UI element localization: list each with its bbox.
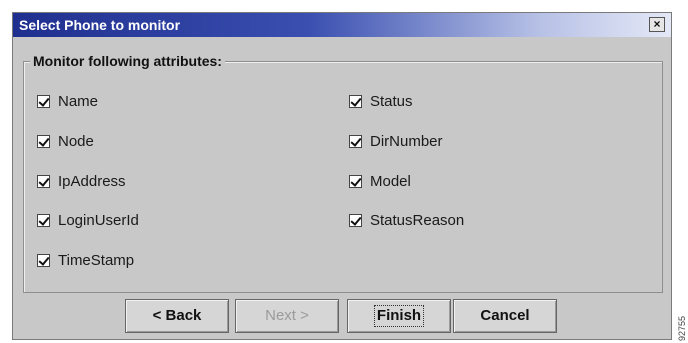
checkbox-checked-icon[interactable] [37,134,50,148]
finish-button[interactable]: Finish [347,299,451,333]
close-icon: × [653,17,661,31]
checkbox-label: TimeStamp [58,251,135,269]
checkbox-label: StatusReason [370,211,465,229]
checkbox-label: LoginUserId [58,211,139,229]
checkbox-checked-icon[interactable] [37,213,50,227]
checkbox-checked-icon[interactable] [349,174,362,188]
checkbox-checked-icon[interactable] [349,134,362,148]
button-bar: < Back Next > Finish Cancel [13,299,671,333]
checkbox-label: DirNumber [370,132,443,150]
checkbox-ipaddress[interactable]: IpAddress [37,172,126,190]
checkbox-checked-icon[interactable] [37,174,50,188]
finish-button-label: Finish [373,305,425,327]
group-legend: Monitor following attributes: [30,53,225,69]
checkbox-statusreason[interactable]: StatusReason [349,211,464,229]
checkbox-label: Node [58,132,94,150]
back-button[interactable]: < Back [125,299,229,333]
checkbox-dirnumber[interactable]: DirNumber [349,132,443,150]
close-button[interactable]: × [649,17,665,32]
checkbox-loginuserid[interactable]: LoginUserId [37,211,139,229]
checkbox-name[interactable]: Name [37,92,98,110]
checkbox-checked-icon[interactable] [349,94,362,108]
checkbox-node[interactable]: Node [37,132,94,150]
next-button[interactable]: Next > [235,299,339,333]
figure-id-label: 92755 [677,315,687,341]
checkbox-label: Model [370,172,411,190]
dialog-title: Select Phone to monitor [19,17,181,33]
checkbox-checked-icon[interactable] [37,94,50,108]
title-bar[interactable]: Select Phone to monitor × [13,13,671,37]
checkbox-timestamp[interactable]: TimeStamp [37,251,134,269]
checkbox-label: Name [58,92,99,110]
checkbox-label: IpAddress [58,172,126,190]
checkbox-checked-icon[interactable] [349,213,362,227]
select-phone-dialog: Select Phone to monitor × Monitor follow… [12,12,672,340]
checkbox-status[interactable]: Status [349,92,413,110]
checkbox-model[interactable]: Model [349,172,411,190]
checkbox-checked-icon[interactable] [37,253,50,267]
checkbox-label: Status [370,92,413,110]
cancel-button[interactable]: Cancel [453,299,557,333]
